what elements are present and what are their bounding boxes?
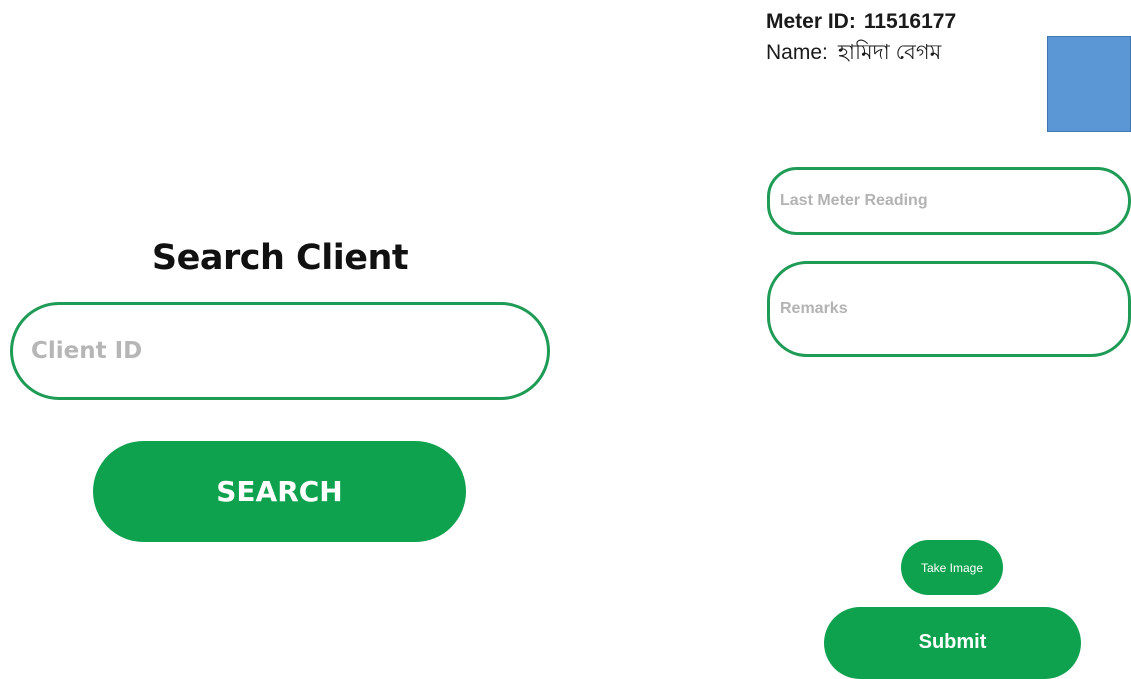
meter-id-value: 11516177 <box>863 10 957 33</box>
remarks-input[interactable] <box>778 299 1128 319</box>
take-image-button[interactable]: Take Image <box>901 540 1003 595</box>
client-name-value: হামিদা বেগম <box>837 41 942 64</box>
last-meter-reading-field[interactable] <box>767 167 1131 235</box>
page-title: Search Client <box>151 238 409 278</box>
submit-button[interactable]: Submit <box>824 607 1081 679</box>
last-meter-reading-input[interactable] <box>778 191 1128 211</box>
client-id-field[interactable] <box>10 302 550 400</box>
search-button[interactable]: SEARCH <box>93 441 466 542</box>
meter-id-row: Meter ID: 11516177 <box>766 10 956 34</box>
client-name-label: Name: <box>766 41 828 64</box>
photo-placeholder <box>1047 36 1131 132</box>
client-name-row: Name: হামিদা বেগম <box>766 36 941 71</box>
remarks-field[interactable] <box>767 261 1131 357</box>
meter-id-label: Meter ID: <box>766 10 856 33</box>
client-id-input[interactable] <box>29 337 547 365</box>
